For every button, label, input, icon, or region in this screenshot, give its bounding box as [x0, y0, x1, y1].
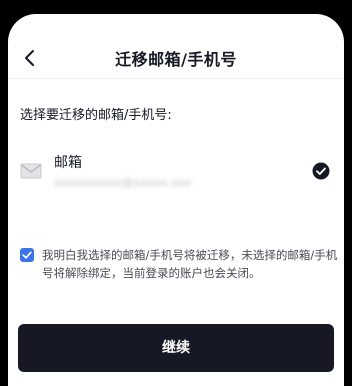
- option-value: xxxxxxxxxx@xxxxx.xxx: [54, 176, 192, 189]
- mail-icon: [20, 163, 42, 179]
- nav-header: 迁移邮箱/手机号: [8, 42, 344, 79]
- consent-text: 我明白我选择的邮箱/手机号将被迁移，未选择的邮箱/手机号将解除绑定，当前登录的账…: [42, 248, 338, 280]
- device-frame: 迁移邮箱/手机号 选择要迁移的邮箱/手机号: 邮箱 xxxxxxxxxx@xxx…: [0, 0, 352, 386]
- option-label: 邮箱: [54, 155, 82, 171]
- continue-button[interactable]: 继续: [18, 324, 334, 372]
- email-option[interactable]: 邮箱 xxxxxxxxxx@xxxxx.xxx: [20, 152, 330, 200]
- app-screen: 迁移邮箱/手机号 选择要迁移的邮箱/手机号: 邮箱 xxxxxxxxxx@xxx…: [8, 14, 344, 386]
- page-title: 迁移邮箱/手机号: [115, 50, 237, 69]
- consent-checkbox[interactable]: [20, 248, 34, 262]
- checkmark-icon: [22, 251, 32, 259]
- check-circle-icon: [312, 162, 330, 180]
- selection-prompt: 选择要迁移的邮箱/手机号:: [20, 108, 172, 123]
